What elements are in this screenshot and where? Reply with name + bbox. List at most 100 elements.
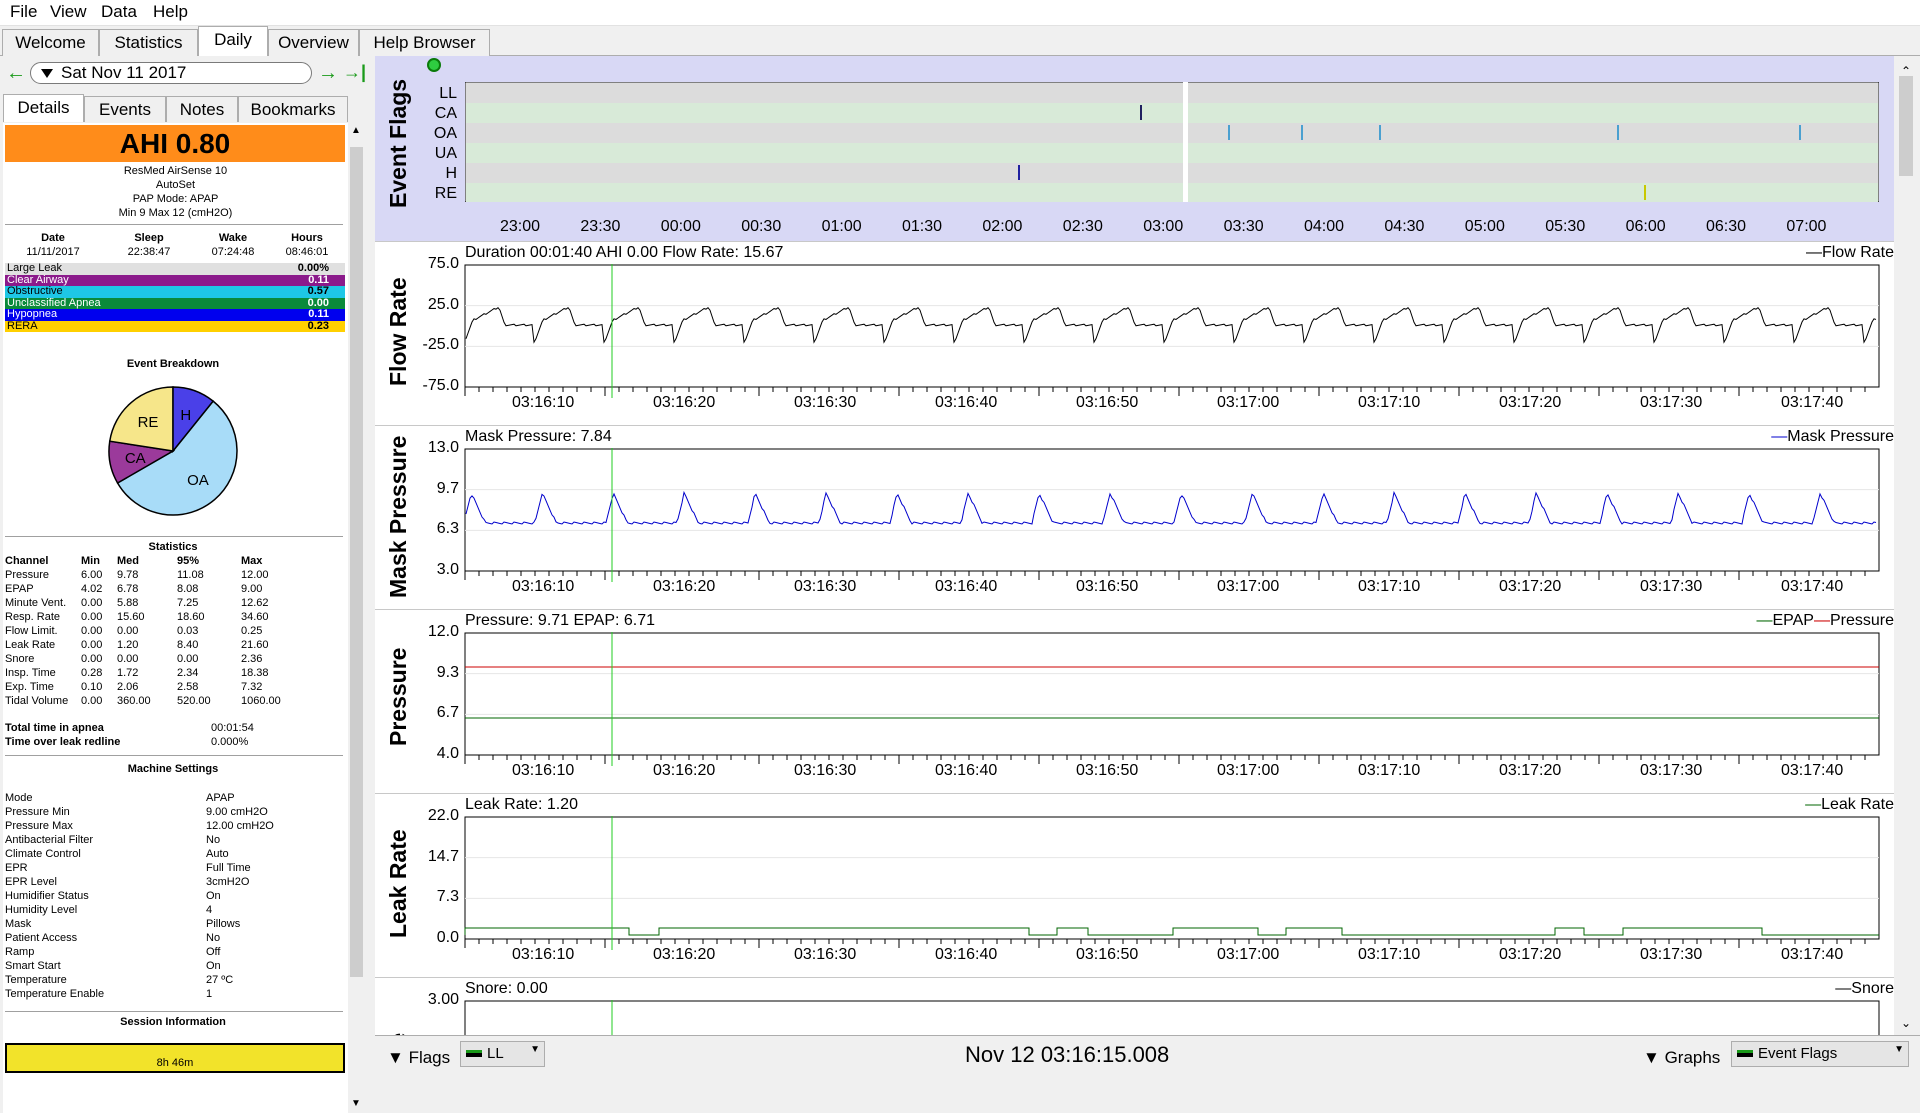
date-selector[interactable]: Sat Nov 11 2017 [30, 62, 312, 84]
setting-row: Temperature Enable 1 [5, 987, 345, 1001]
next-day-arrow-icon[interactable]: → [318, 62, 338, 85]
flow-plot[interactable] [464, 264, 1884, 398]
graphs-button[interactable]: ▼ Graphs [1643, 1048, 1720, 1068]
flag-band [466, 123, 1878, 143]
setting-label: Pressure Min [5, 806, 70, 818]
x-tick-label: 03:17:40 [1781, 946, 1844, 963]
stat-cell: Minute Vent. [5, 597, 67, 609]
y-tick-label: 9.3 [436, 663, 459, 681]
setting-row: Ramp Off [5, 945, 345, 959]
event-flags-title: Event Flags [385, 78, 411, 208]
details-scrollbar[interactable]: ▲ ▼ [348, 123, 365, 1113]
legend-label: Pressure [1829, 612, 1894, 629]
header-sleep: Sleep [134, 232, 164, 244]
tab-help-browser[interactable]: Help Browser [359, 29, 490, 56]
y-tick-label: 6.7 [436, 704, 459, 722]
flow-legend: —Flow Rate [1806, 244, 1894, 262]
header-date: Date [41, 232, 65, 244]
subtab-details[interactable]: Details [3, 94, 84, 122]
x-tick-label: 03:16:20 [653, 946, 716, 963]
legend-swatch: — [1813, 612, 1830, 629]
flag-select[interactable]: LL ▼ [460, 1041, 545, 1067]
session-times-table: Date Sleep Wake Hours 11/11/2017 22:38:4… [5, 231, 345, 259]
x-tick-label: 03:16:30 [794, 946, 857, 963]
scroll-down-icon[interactable]: ⌄ [1901, 1016, 1911, 1030]
scroll-thumb[interactable] [350, 147, 363, 977]
menu-bar: File View Data Help [0, 0, 1920, 26]
session-info-title: Session Information [120, 1016, 226, 1028]
session-info-bar: 8h 46m [5, 1043, 345, 1073]
tab-welcome[interactable]: Welcome [2, 29, 99, 56]
stat-cell: 2.58 [177, 681, 199, 693]
event-value: 0.57 [307, 285, 329, 297]
setting-value: 9.00 cmH2O [206, 806, 268, 818]
pressure-legend: —EPAP—Pressure [1756, 612, 1894, 630]
subtab-notes[interactable]: Notes [166, 96, 238, 122]
setting-label: Pressure Max [5, 820, 73, 832]
menu-help[interactable]: Help [153, 2, 188, 22]
flag-color-icon [466, 1050, 482, 1057]
tab-daily[interactable]: Daily [198, 26, 268, 57]
graph-select[interactable]: Event Flags ▼ [1731, 1041, 1909, 1067]
snore-plot[interactable] [464, 1000, 1884, 1035]
flag-tick-label: 00:00 [660, 218, 701, 235]
last-day-arrow-icon[interactable]: →| [343, 62, 366, 83]
subtab-events[interactable]: Events [84, 96, 166, 122]
pin-icon[interactable] [427, 58, 441, 72]
stat-cell: 0.25 [241, 625, 263, 637]
legend-label: Snore [1851, 980, 1894, 997]
flag-mark [1140, 105, 1142, 120]
setting-row: Humidifier Status On [5, 889, 345, 903]
event-value: 0.11 [308, 308, 329, 320]
flag-mark [1379, 125, 1381, 140]
flags-button[interactable]: ▼ Flags [387, 1048, 450, 1068]
leak-graph-header: Leak Rate: 1.20 [465, 796, 578, 813]
stat-cell: 12.62 [241, 597, 269, 609]
stat-cell: Snore [5, 653, 35, 665]
current-position-marker [1183, 82, 1188, 202]
graph-select-value: Event Flags [1758, 1045, 1838, 1062]
x-tick-label: 03:17:00 [1217, 946, 1280, 963]
header-wake: Wake [218, 232, 248, 244]
plot-frame [464, 1000, 1880, 1035]
pressure-plot[interactable] [464, 632, 1884, 766]
graph-scrollbar[interactable]: ⌃ ⌄ [1894, 56, 1920, 1035]
scroll-thumb[interactable] [1899, 76, 1913, 176]
value-date: 11/11/2017 [26, 246, 80, 258]
flag-band [466, 143, 1878, 163]
plot-frame [464, 632, 1880, 756]
setting-label: EPR [5, 862, 28, 874]
flag-mark [1228, 125, 1230, 140]
legend-swatch: — [1835, 980, 1852, 997]
mask-plot[interactable] [464, 448, 1884, 582]
flag-tick-label: 02:30 [1062, 218, 1103, 235]
stat-cell: Leak Rate [5, 639, 56, 651]
flag-row-label: OA [433, 125, 457, 142]
stat-cell: Flow Limit. [5, 625, 58, 637]
tab-overview[interactable]: Overview [268, 29, 359, 56]
scroll-up-icon[interactable]: ▲ [351, 125, 361, 136]
stat-cell: 21.60 [241, 639, 269, 651]
machine-mode: AutoSet [155, 179, 196, 191]
tab-statistics[interactable]: Statistics [99, 29, 198, 56]
flag-tick-label: 07:00 [1786, 218, 1827, 235]
leak-graph: Leak Rate Leak Rate: 1.20 —Leak Rate 22.0 14… [375, 793, 1894, 977]
menu-file[interactable]: File [10, 2, 37, 22]
event-label: Obstructive [7, 285, 63, 297]
menu-data[interactable]: Data [101, 2, 137, 22]
x-tick-label: 03:16:50 [1076, 394, 1139, 411]
stat-cell: 0.00 [81, 611, 103, 623]
pap-mode: PAP Mode: APAP [132, 193, 219, 205]
event-flags-plot[interactable] [465, 82, 1879, 202]
prev-day-arrow-icon[interactable]: ← [6, 62, 26, 85]
stat-header: Max [241, 555, 263, 567]
menu-view[interactable]: View [50, 2, 87, 22]
scroll-down-icon[interactable]: ▼ [351, 1098, 361, 1109]
event-value: 0.23 [307, 319, 329, 332]
legend-swatch: — [1771, 428, 1788, 445]
stat-cell: EPAP [5, 583, 34, 595]
leak-plot[interactable] [464, 816, 1884, 950]
stat-cell: 0.00 [81, 653, 103, 665]
subtab-bookmarks[interactable]: Bookmarks [238, 96, 348, 122]
x-tick-label: 03:17:10 [1358, 578, 1421, 595]
